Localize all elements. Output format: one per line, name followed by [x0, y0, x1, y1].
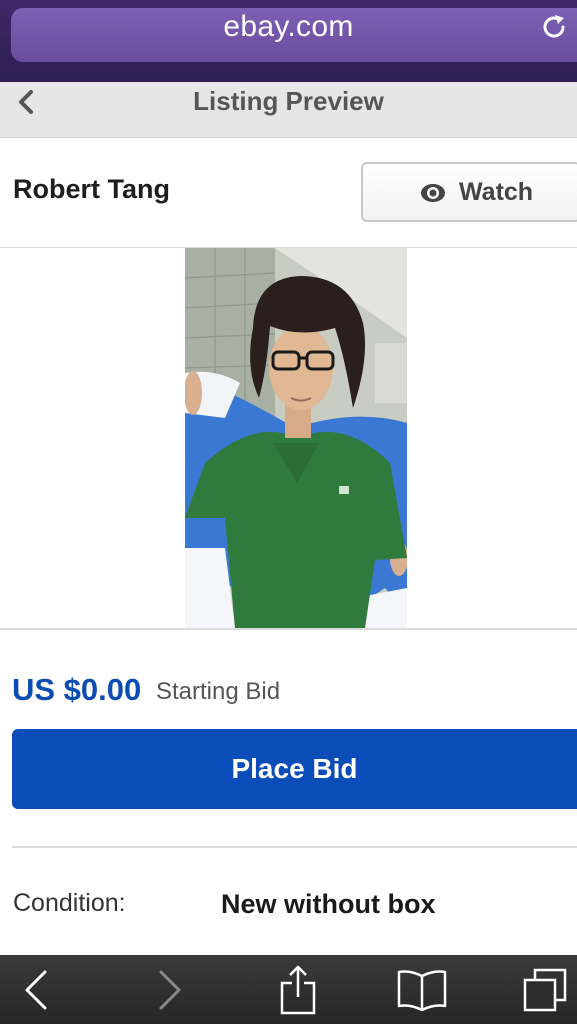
back-arrow-icon: [25, 970, 47, 1009]
url-text[interactable]: ebay.com: [0, 0, 577, 54]
seller-name: Robert Tang: [13, 174, 170, 204]
tabs-icon: [523, 968, 567, 1011]
share-icon: [280, 965, 316, 1014]
listing-photo-area: [0, 248, 577, 628]
screen: ebay.com Listing Preview Robert Tang Wat…: [0, 0, 577, 1024]
reload-icon[interactable]: [539, 12, 569, 42]
forward-arrow-icon: [159, 970, 181, 1009]
share-button[interactable]: [268, 955, 328, 1024]
back-arrow-button[interactable]: [6, 955, 66, 1024]
divider: [12, 846, 577, 848]
tabs-button[interactable]: [515, 955, 575, 1024]
condition-value: New without box: [221, 889, 436, 919]
price-label: Starting Bid: [156, 678, 281, 705]
divider: [0, 628, 577, 630]
eye-icon: [421, 184, 445, 202]
seller-row: Robert Tang Watch: [0, 138, 577, 248]
watch-label: Watch: [459, 178, 534, 206]
condition-label: Condition:: [13, 889, 126, 917]
browser-address-bar: ebay.com: [0, 0, 577, 82]
page-header: Listing Preview: [0, 82, 577, 138]
price: US $0.00: [12, 672, 142, 707]
watch-button[interactable]: Watch: [361, 162, 577, 222]
page-title: Listing Preview: [193, 86, 384, 116]
bookmarks-icon: [397, 969, 447, 1011]
bookmarks-button[interactable]: [390, 955, 454, 1024]
browser-toolbar: [0, 955, 577, 1024]
listing-photo[interactable]: [185, 248, 407, 628]
place-bid-button[interactable]: Place Bid: [12, 729, 577, 809]
forward-arrow-button[interactable]: [140, 955, 200, 1024]
